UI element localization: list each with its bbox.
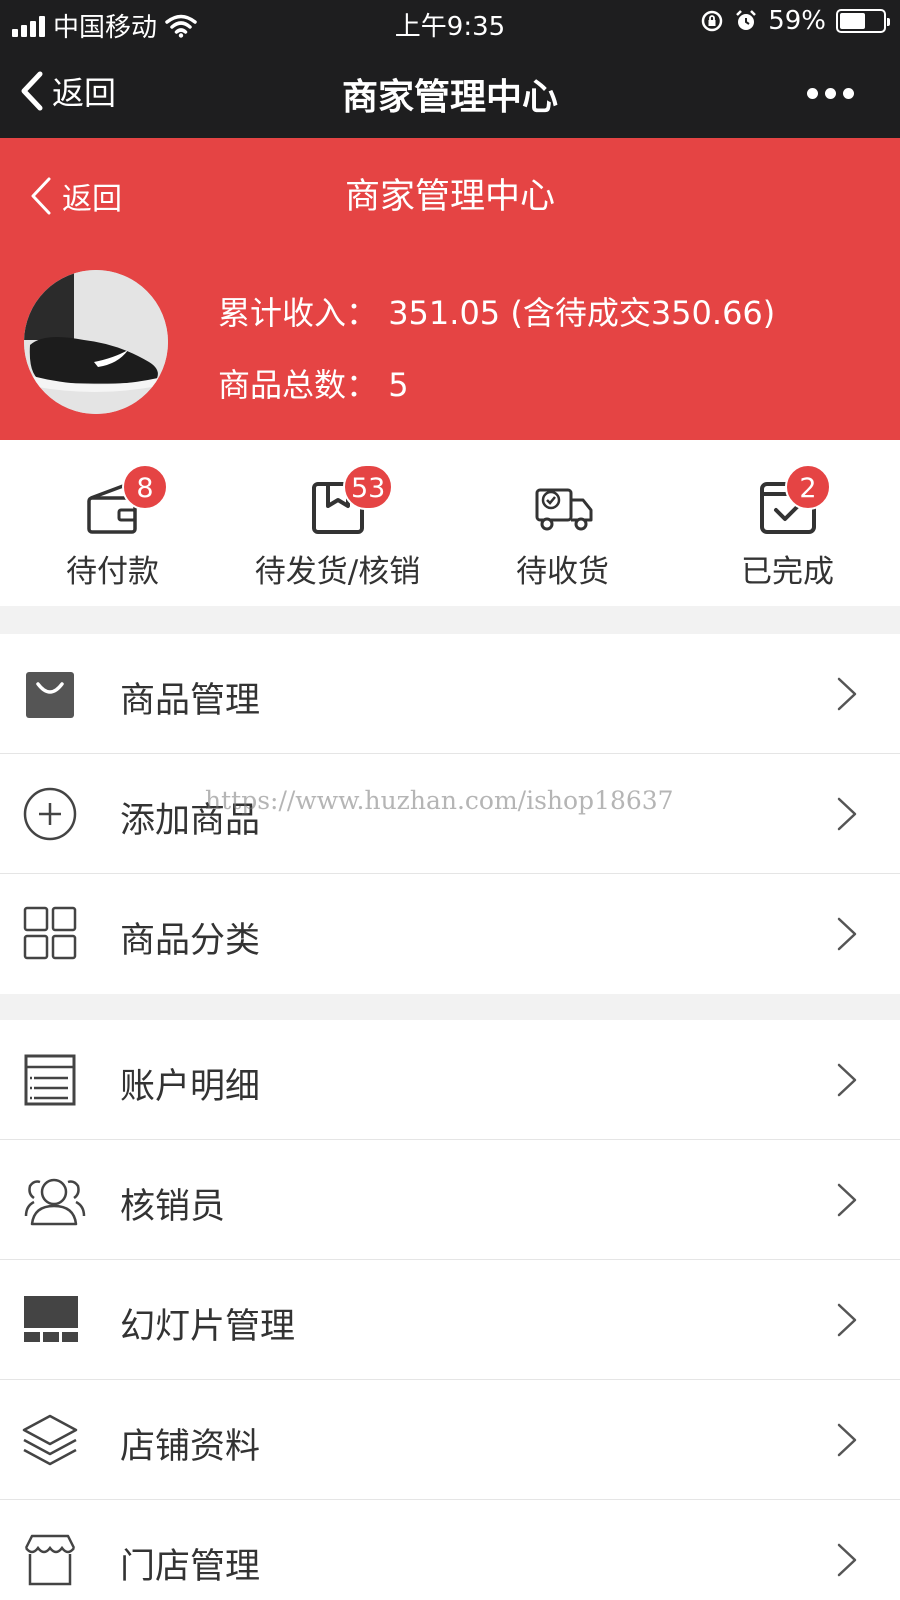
shopping-bag-icon <box>26 672 74 718</box>
battery-level <box>840 13 865 29</box>
order-badge-pending-shipment: 53 <box>343 464 394 510</box>
chevron-right-icon <box>837 1543 857 1577</box>
menu-item-verifiers[interactable]: 核销员 <box>0 1140 900 1260</box>
menu-label: 商品分类 <box>120 921 261 961</box>
order-status-completed[interactable]: 2 已完成 <box>675 440 900 606</box>
order-status-pending-receipt[interactable]: 待收货 <box>450 440 675 606</box>
avatar-image <box>24 270 168 414</box>
battery-percent: 59% <box>768 6 826 36</box>
order-label-pending-receipt: 待收货 <box>516 554 609 590</box>
chevron-right-icon <box>837 1063 857 1097</box>
income-pending: (含待成交350.66) <box>510 294 776 332</box>
menu-item-store-info[interactable]: 店铺资料 <box>0 1380 900 1500</box>
menu-item-add-product[interactable]: 添加商品 <box>0 754 900 874</box>
grid-icon <box>23 906 77 960</box>
dot-icon <box>825 88 836 99</box>
menu-item-store-management[interactable]: 门店管理 <box>0 1500 900 1600</box>
income-line: 累计收入： 351.05 (含待成交350.66) <box>218 288 775 334</box>
chevron-right-icon <box>837 1303 857 1337</box>
alarm-icon <box>736 10 757 30</box>
nav-title: 商家管理中心 <box>341 77 558 118</box>
users-icon <box>24 1178 86 1226</box>
slideshow-icon <box>24 1296 78 1342</box>
menu-label: 门店管理 <box>120 1547 261 1587</box>
menu-group-store: 账户明细 核销员 幻灯片管理 店铺资料 门店管理 <box>0 1020 900 1600</box>
income-label: 累计收入： <box>218 294 379 332</box>
chevron-right-icon <box>837 797 857 831</box>
more-options-button[interactable] <box>807 88 854 99</box>
order-status-pending-payment[interactable]: 8 待付款 <box>0 440 225 606</box>
chevron-right-icon <box>837 677 857 711</box>
product-count-value: 5 <box>388 366 409 404</box>
rotation-lock-icon <box>701 10 723 32</box>
menu-label: 商品管理 <box>120 681 261 721</box>
menu-item-product-management[interactable]: 商品管理 <box>0 634 900 754</box>
dot-icon <box>807 88 818 99</box>
menu-label: 添加商品 <box>120 801 261 841</box>
header-title: 商家管理中心 <box>344 177 555 217</box>
income-value: 351.05 <box>388 294 501 332</box>
menu-label: 店铺资料 <box>120 1427 261 1467</box>
menu-label: 账户明细 <box>120 1067 261 1107</box>
menu-label: 幻灯片管理 <box>120 1307 296 1347</box>
menu-item-account-details[interactable]: 账户明细 <box>0 1020 900 1140</box>
order-label-pending-shipment: 待发货/核销 <box>254 554 421 590</box>
status-right: 59% <box>700 6 890 36</box>
plus-circle-icon <box>23 787 77 841</box>
battery-icon <box>836 9 890 33</box>
list-icon <box>24 1054 76 1106</box>
menu-group-products: 商品管理 添加商品 商品分类 <box>0 634 900 994</box>
menu-item-product-category[interactable]: 商品分类 <box>0 874 900 994</box>
order-label-pending-payment: 待付款 <box>66 554 159 590</box>
chevron-right-icon <box>837 1183 857 1217</box>
layers-icon <box>22 1414 78 1466</box>
order-status-row: 8 待付款 53 待发货/核销 待收货 2 已完成 <box>0 440 900 606</box>
avatar[interactable] <box>24 270 168 414</box>
status-bar: 中国移动 上午9:35 59% <box>0 0 900 44</box>
chevron-right-icon <box>837 917 857 951</box>
nav-bar: 返回 商家管理中心 <box>0 44 900 138</box>
chevron-right-icon <box>837 1423 857 1457</box>
order-label-completed: 已完成 <box>741 554 834 590</box>
store-icon <box>24 1534 76 1586</box>
order-badge-pending-payment: 8 <box>122 464 168 510</box>
product-count-label: 商品总数： <box>218 366 379 404</box>
order-badge-completed: 2 <box>785 464 831 510</box>
product-count-line: 商品总数： 5 <box>218 360 409 406</box>
order-status-pending-shipment[interactable]: 53 待发货/核销 <box>225 440 450 606</box>
merchant-header: 返回 商家管理中心 累计收入： 351.05 (含待成交350.66) 商品总数… <box>0 138 900 440</box>
menu-label: 核销员 <box>120 1187 226 1227</box>
menu-item-slideshow-management[interactable]: 幻灯片管理 <box>0 1260 900 1380</box>
truck-icon <box>535 488 592 531</box>
dot-icon <box>843 88 854 99</box>
